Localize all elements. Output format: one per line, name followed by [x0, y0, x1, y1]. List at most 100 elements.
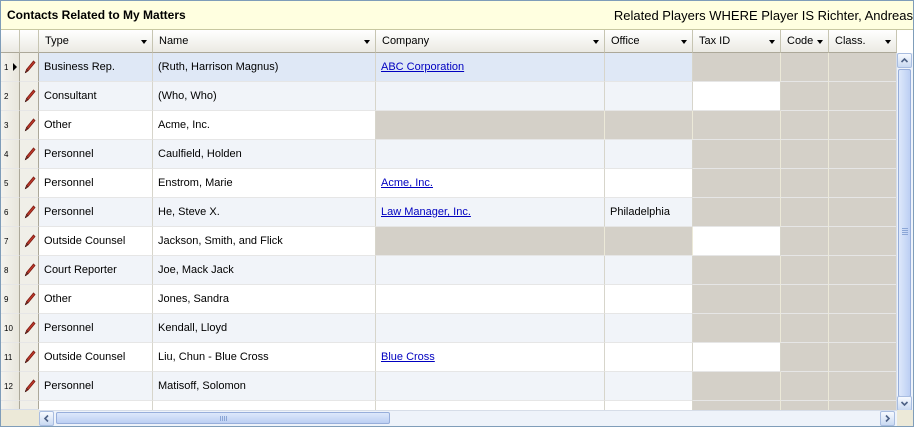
company-link[interactable]: Acme, Inc. — [381, 177, 433, 189]
edit-row-button[interactable] — [20, 343, 39, 372]
scroll-right-button[interactable] — [880, 411, 895, 426]
cell-class[interactable] — [829, 198, 897, 227]
edit-row-button[interactable] — [20, 227, 39, 256]
row-number[interactable]: 3 — [1, 111, 20, 140]
cell-class[interactable] — [829, 285, 897, 314]
table-row[interactable]: 8 Court Reporter Joe, Mack Jack — [1, 256, 897, 285]
cell-tax-id[interactable] — [693, 343, 781, 372]
cell-class[interactable] — [829, 140, 897, 169]
horizontal-scrollbar[interactable] — [39, 410, 897, 426]
cell-office[interactable] — [605, 372, 693, 401]
cell-code[interactable] — [781, 343, 829, 372]
cell-code[interactable] — [781, 82, 829, 111]
cell-class[interactable] — [829, 372, 897, 401]
cell-name[interactable]: Matisoff, Solomon — [153, 372, 376, 401]
cell-company[interactable] — [376, 140, 605, 169]
cell-company[interactable] — [376, 372, 605, 401]
cell-tax-id[interactable] — [693, 82, 781, 111]
cell-company[interactable]: Law Manager, Inc. — [376, 198, 605, 227]
cell-company[interactable] — [376, 285, 605, 314]
cell-class[interactable] — [829, 53, 897, 82]
cell-code[interactable] — [781, 169, 829, 198]
table-row[interactable]: 2 Consultant (Who, Who) — [1, 82, 897, 111]
column-header-class[interactable]: Class. — [829, 30, 897, 53]
dropdown-arrow-icon[interactable] — [817, 40, 823, 44]
cell-office[interactable] — [605, 343, 693, 372]
cell-code[interactable] — [781, 111, 829, 140]
cell-tax-id[interactable] — [693, 140, 781, 169]
cell-class[interactable] — [829, 314, 897, 343]
cell-office[interactable] — [605, 227, 693, 256]
scroll-down-button[interactable] — [897, 396, 912, 411]
cell-tax-id[interactable] — [693, 169, 781, 198]
cell-company[interactable] — [376, 256, 605, 285]
cell-code[interactable] — [781, 53, 829, 82]
cell-code[interactable] — [781, 285, 829, 314]
cell-class[interactable] — [829, 256, 897, 285]
cell-type[interactable]: Court Reporter — [39, 256, 153, 285]
cell-code[interactable] — [781, 372, 829, 401]
cell-office[interactable] — [605, 285, 693, 314]
table-row[interactable]: 9 Other Jones, Sandra — [1, 285, 897, 314]
cell-code[interactable] — [781, 227, 829, 256]
column-header-code[interactable]: Code — [781, 30, 829, 53]
column-header-tax-id[interactable]: Tax ID — [693, 30, 781, 53]
edit-row-button[interactable] — [20, 314, 39, 343]
cell-office[interactable] — [605, 82, 693, 111]
edit-row-button[interactable] — [20, 169, 39, 198]
row-number[interactable]: 11 — [1, 343, 20, 372]
cell-class[interactable] — [829, 169, 897, 198]
cell-type[interactable]: Personnel — [39, 198, 153, 227]
table-row[interactable]: 10 Personnel Kendall, Lloyd — [1, 314, 897, 343]
cell-name[interactable]: He, Steve X. — [153, 198, 376, 227]
edit-row-button[interactable] — [20, 285, 39, 314]
row-number[interactable]: 2 — [1, 82, 20, 111]
edit-row-button[interactable] — [20, 198, 39, 227]
column-header-office[interactable]: Office — [605, 30, 693, 53]
cell-name[interactable]: Jackson, Smith, and Flick — [153, 227, 376, 256]
cell-office[interactable] — [605, 169, 693, 198]
edit-row-button[interactable] — [20, 82, 39, 111]
cell-type[interactable]: Personnel — [39, 314, 153, 343]
row-number[interactable]: 6 — [1, 198, 20, 227]
horizontal-scroll-thumb[interactable] — [56, 412, 390, 424]
row-number[interactable]: 4 — [1, 140, 20, 169]
cell-tax-id[interactable] — [693, 256, 781, 285]
cell-name[interactable]: Acme, Inc. — [153, 111, 376, 140]
dropdown-arrow-icon[interactable] — [141, 40, 147, 44]
vertical-scroll-thumb[interactable] — [898, 69, 911, 397]
cell-office[interactable]: Philadelphia — [605, 198, 693, 227]
cell-name[interactable]: Joe, Mack Jack — [153, 256, 376, 285]
company-link[interactable]: ABC Corporation — [381, 61, 464, 73]
cell-code[interactable] — [781, 314, 829, 343]
cell-class[interactable] — [829, 227, 897, 256]
cell-tax-id[interactable] — [693, 285, 781, 314]
cell-office[interactable] — [605, 256, 693, 285]
cell-tax-id[interactable] — [693, 227, 781, 256]
company-link[interactable]: Blue Cross — [381, 351, 435, 363]
cell-type[interactable]: Personnel — [39, 372, 153, 401]
cell-office[interactable] — [605, 111, 693, 140]
edit-row-button[interactable] — [20, 53, 39, 82]
vertical-scrollbar[interactable] — [896, 53, 913, 411]
cell-name[interactable]: (Who, Who) — [153, 82, 376, 111]
cell-code[interactable] — [781, 140, 829, 169]
table-row[interactable]: 5 Personnel Enstrom, Marie Acme, Inc. — [1, 169, 897, 198]
cell-type[interactable]: Business Rep. — [39, 53, 153, 82]
row-number[interactable]: 7 — [1, 227, 20, 256]
column-header-type[interactable]: Type — [39, 30, 153, 53]
dropdown-arrow-icon[interactable] — [885, 40, 891, 44]
cell-name[interactable]: Caulfield, Holden — [153, 140, 376, 169]
table-row[interactable]: 4 Personnel Caulfield, Holden — [1, 140, 897, 169]
cell-code[interactable] — [781, 198, 829, 227]
dropdown-arrow-icon[interactable] — [364, 40, 370, 44]
cell-name[interactable]: Kendall, Lloyd — [153, 314, 376, 343]
table-row[interactable]: 3 Other Acme, Inc. — [1, 111, 897, 140]
row-number[interactable]: 9 — [1, 285, 20, 314]
table-row[interactable]: 6 Personnel He, Steve X. Law Manager, Inc. P… — [1, 198, 897, 227]
column-header-name[interactable]: Name — [153, 30, 376, 53]
edit-row-button[interactable] — [20, 111, 39, 140]
dropdown-arrow-icon[interactable] — [769, 40, 775, 44]
cell-tax-id[interactable] — [693, 111, 781, 140]
cell-company[interactable] — [376, 111, 605, 140]
